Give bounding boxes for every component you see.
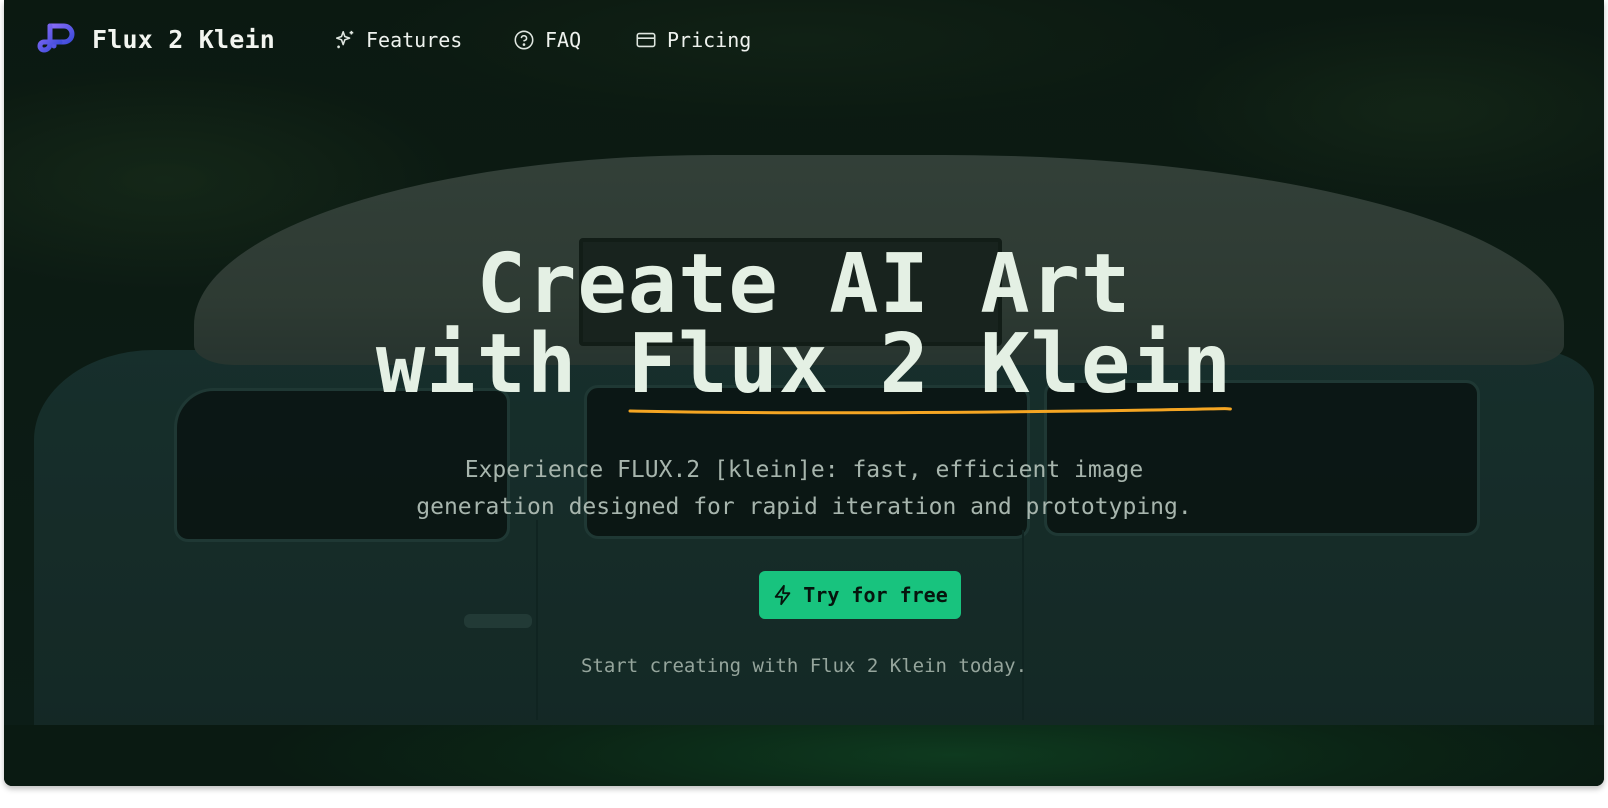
top-navigation: Flux 2 Klein Features FAQ Pricing (4, 0, 1604, 80)
subtitle-line-2: generation designed for rapid iteration … (416, 494, 1192, 520)
headline-line-1: Create AI Art (476, 237, 1132, 332)
nav-link-pricing[interactable]: Pricing (635, 26, 751, 54)
brand-name[interactable]: Flux 2 Klein (92, 22, 275, 58)
flux-logo-icon (37, 23, 75, 53)
zap-icon (775, 584, 791, 606)
nav-link-label: Features (366, 28, 463, 52)
nav-link-label: Pricing (667, 28, 752, 52)
nav-link-label: FAQ (545, 28, 582, 52)
nav-link-features[interactable]: Features (334, 26, 462, 54)
accent-underline (628, 407, 1232, 415)
sparkles-icon (335, 30, 354, 49)
hero-tagline: Start creating with Flux 2 Klein today. (580, 655, 1028, 677)
headline-accent-text: Flux 2 Klein (627, 317, 1233, 412)
hero-headline: Create AI Art with Flux 2 Klein (4, 237, 1604, 415)
cta-label: Try for free (803, 583, 948, 607)
credit-card-icon (636, 32, 656, 48)
help-circle-icon (514, 30, 534, 50)
nav-link-faq[interactable]: FAQ (513, 26, 581, 54)
headline-line-2: with Flux 2 Klein (4, 324, 1604, 415)
hero-subtitle: Experience FLUX.2 [klein]e: fast, effici… (304, 452, 1304, 526)
flux-logo-icon[interactable] (36, 22, 76, 58)
section-divider-band (4, 725, 1604, 786)
subtitle-line-1: Experience FLUX.2 [klein]e: fast, effici… (464, 457, 1144, 483)
headline-prefix: with (375, 317, 628, 412)
browser-viewport: Flux 2 Klein Features FAQ Pricing Create… (4, 0, 1604, 786)
try-for-free-button[interactable]: Try for free (759, 571, 961, 619)
headline-accent: Flux 2 Klein (628, 324, 1232, 415)
